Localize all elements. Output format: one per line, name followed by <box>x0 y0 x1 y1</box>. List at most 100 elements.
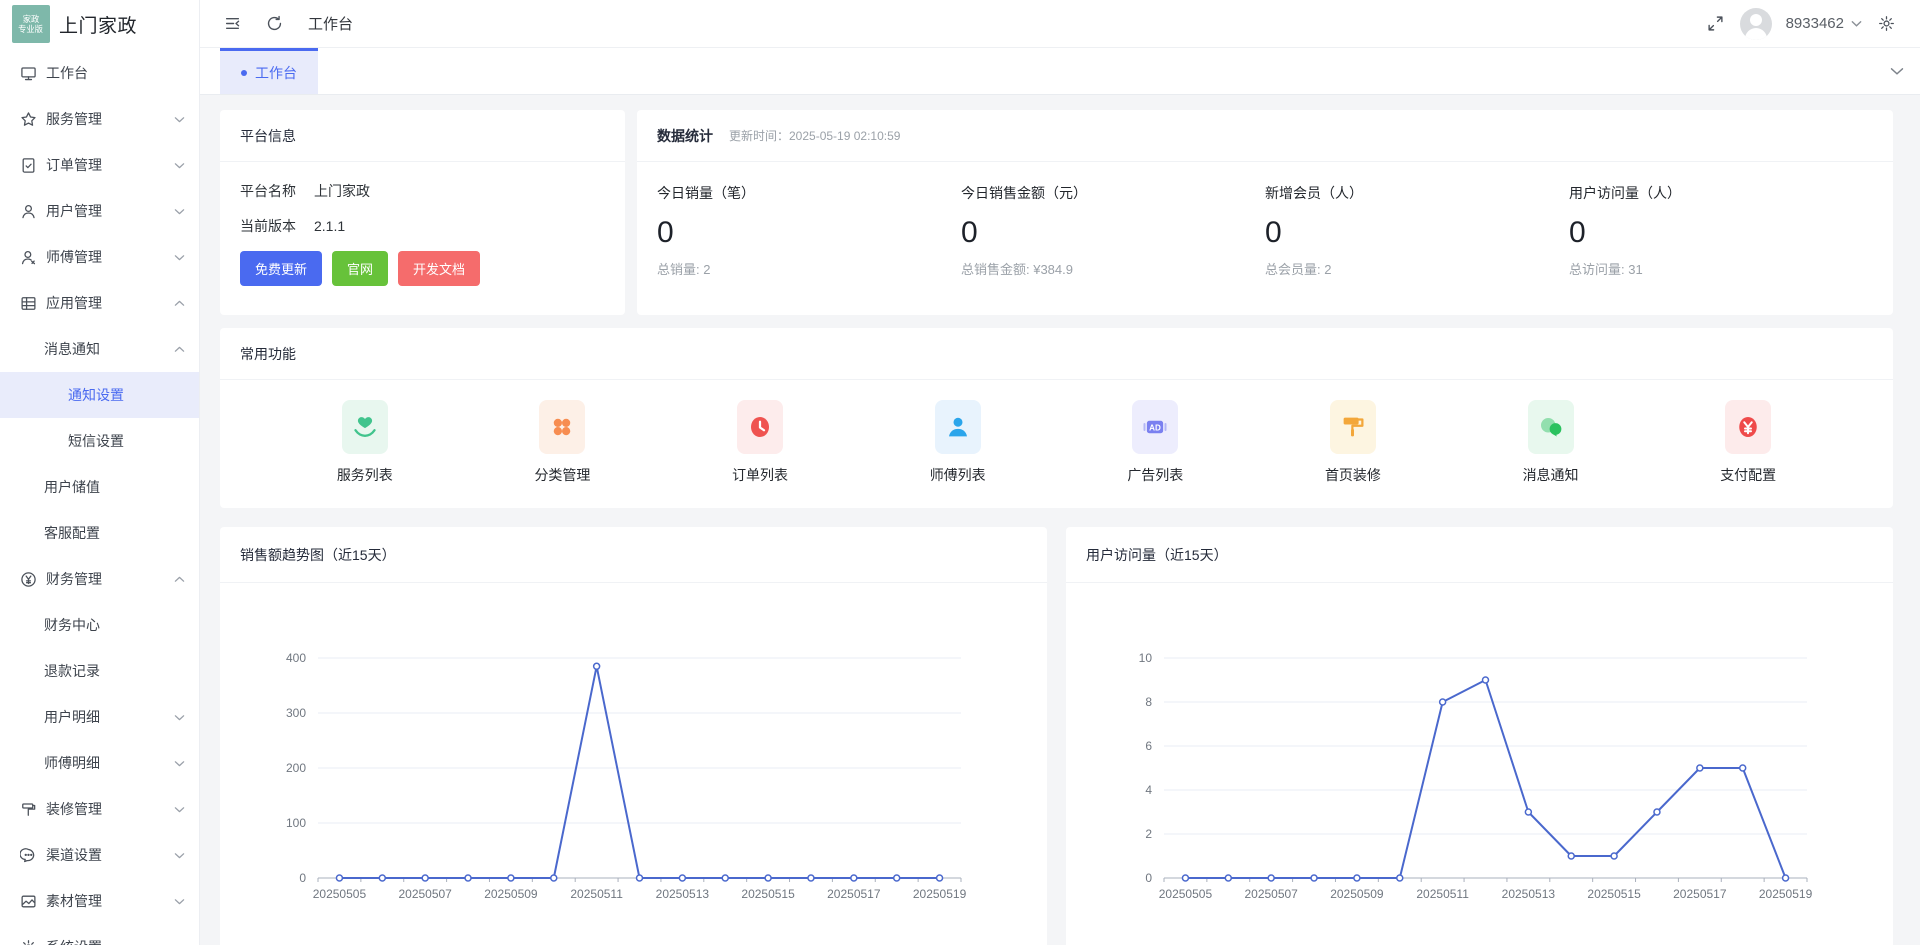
function-message-notify[interactable]: 消息通知 <box>1523 400 1579 485</box>
sales-trend-chart: 0100200300400202505052025050720250509202… <box>220 583 1047 945</box>
functions-card-title: 常用功能 <box>240 344 296 364</box>
finance-icon <box>20 571 37 588</box>
sidebar-menu: 工作台服务管理订单管理用户管理师傅管理应用管理消息通知通知设置短信设置用户储值客… <box>0 48 199 945</box>
sidebar-item-label: 订单管理 <box>46 155 102 175</box>
function-master-list[interactable]: 师傅列表 <box>930 400 986 485</box>
chevron-down-icon <box>174 162 185 169</box>
function-ad-list[interactable]: AD广告列表 <box>1127 400 1183 485</box>
content: 平台信息 平台名称上门家政 当前版本2.1.1 免费更新官网开发文档 <box>200 95 1920 945</box>
svg-text:10: 10 <box>1139 651 1153 665</box>
sales-trend-chart-body: 0100200300400202505052025050720250509202… <box>220 583 1047 945</box>
collapse-sidebar-icon[interactable] <box>222 14 242 34</box>
sidebar-item-user-stored-value[interactable]: 用户储值 <box>0 464 199 510</box>
sidebar-item-service-mgmt[interactable]: 服务管理 <box>0 96 199 142</box>
dev-docs-button[interactable]: 开发文档 <box>398 251 480 286</box>
svg-text:20250515: 20250515 <box>741 887 795 901</box>
stat-col-3: 用户访问量（人）0总访问量: 31 <box>1569 183 1873 278</box>
sidebar-item-master-detail[interactable]: 师傅明细 <box>0 740 199 786</box>
function-label: 分类管理 <box>534 465 590 485</box>
stat-sub: 总销售金额: ¥384.9 <box>961 259 1265 278</box>
sidebar-item-label: 退款记录 <box>44 661 100 681</box>
stat-sub: 总访问量: 31 <box>1569 259 1873 278</box>
channel-icon <box>20 847 37 864</box>
stat-label: 新增会员（人） <box>1265 183 1569 203</box>
function-order-list[interactable]: 订单列表 <box>732 400 788 485</box>
sidebar-item-label: 服务管理 <box>46 109 102 129</box>
sales-trend-title: 销售额趋势图（近15天） <box>240 545 396 565</box>
sidebar-item-app-mgmt[interactable]: 应用管理 <box>0 280 199 326</box>
svg-text:20250507: 20250507 <box>398 887 452 901</box>
platform-buttons: 免费更新官网开发文档 <box>240 251 605 286</box>
sidebar-item-sms-settings[interactable]: 短信设置 <box>0 418 199 464</box>
topbar-right: 8933462 <box>1706 8 1896 40</box>
tabbar-chevron-down-icon[interactable] <box>1890 48 1904 95</box>
sidebar-item-notify-settings[interactable]: 通知设置 <box>0 372 199 418</box>
master-icon <box>20 249 37 266</box>
app-title: 上门家政 <box>59 11 137 38</box>
function-home-decorate[interactable]: 首页装修 <box>1325 400 1381 485</box>
sidebar-item-refund-records[interactable]: 退款记录 <box>0 648 199 694</box>
function-payment-config[interactable]: 支付配置 <box>1720 400 1776 485</box>
svg-text:20250513: 20250513 <box>656 887 710 901</box>
sidebar-item-finance-center[interactable]: 财务中心 <box>0 602 199 648</box>
sidebar-item-user-detail[interactable]: 用户明细 <box>0 694 199 740</box>
svg-text:20250505: 20250505 <box>1159 887 1213 901</box>
user-visits-title: 用户访问量（近15天） <box>1086 545 1228 565</box>
charts-row: 销售额趋势图（近15天） 010020030040020250505202505… <box>220 527 1893 945</box>
settings-gear-icon[interactable] <box>1876 14 1896 34</box>
ad-list-icon: AD <box>1132 400 1178 454</box>
stat-col-0: 今日销量（笔）0总销量: 2 <box>657 183 961 278</box>
free-update-button[interactable]: 免费更新 <box>240 251 322 286</box>
sidebar-item-channel-settings[interactable]: 渠道设置 <box>0 832 199 878</box>
stat-value: 0 <box>657 216 961 250</box>
home-decorate-icon <box>1330 400 1376 454</box>
sidebar-item-message-notify[interactable]: 消息通知 <box>0 326 199 372</box>
fullscreen-icon[interactable] <box>1706 14 1726 34</box>
sidebar-item-label: 渠道设置 <box>46 845 102 865</box>
breadcrumb: 工作台 <box>308 13 353 34</box>
sidebar-item-user-mgmt[interactable]: 用户管理 <box>0 188 199 234</box>
sidebar-item-material-mgmt[interactable]: 素材管理 <box>0 878 199 924</box>
category-mgmt-icon <box>539 400 585 454</box>
svg-text:20250509: 20250509 <box>484 887 538 901</box>
common-functions-card: 常用功能 服务列表分类管理 订单列表 师傅列表 AD广告列表 首页装修 消息通知 支付配置 <box>220 328 1893 508</box>
svg-text:20250519: 20250519 <box>1759 887 1813 901</box>
app-layout: 家政 专业版 上门家政 工作台服务管理订单管理用户管理师傅管理应用管理消息通知通… <box>0 0 1920 945</box>
tab-workbench[interactable]: 工作台 <box>220 48 318 94</box>
stats-card-title: 数据统计 <box>657 126 713 146</box>
stat-label: 用户访问量（人） <box>1569 183 1873 203</box>
platform-card-title: 平台信息 <box>240 126 296 146</box>
avatar[interactable] <box>1740 8 1772 40</box>
svg-text:400: 400 <box>286 651 306 665</box>
svg-text:0: 0 <box>1145 871 1152 885</box>
official-site-button[interactable]: 官网 <box>332 251 388 286</box>
svg-text:20250511: 20250511 <box>1416 887 1469 901</box>
sidebar-item-finance-mgmt[interactable]: 财务管理 <box>0 556 199 602</box>
sidebar-item-workbench[interactable]: 工作台 <box>0 50 199 96</box>
stats-updated-time: 更新时间：2025-05-19 02:10:59 <box>729 127 900 144</box>
sidebar-item-order-mgmt[interactable]: 订单管理 <box>0 142 199 188</box>
user-visits-chart: 0246810202505052025050720250509202505112… <box>1066 583 1893 945</box>
chevron-down-icon <box>174 714 185 721</box>
sidebar-item-label: 用户储值 <box>44 477 100 497</box>
user-menu[interactable]: 8933462 <box>1786 15 1862 32</box>
star-icon <box>20 111 37 128</box>
function-category-mgmt[interactable]: 分类管理 <box>534 400 590 485</box>
chevron-up-icon <box>174 576 185 583</box>
svg-text:20250519: 20250519 <box>913 887 967 901</box>
sidebar-item-system-settings[interactable]: 系统设置 <box>0 924 199 945</box>
function-label: 订单列表 <box>732 465 788 485</box>
svg-text:20250507: 20250507 <box>1244 887 1298 901</box>
sidebar-item-label: 用户管理 <box>46 201 102 221</box>
sidebar-item-master-mgmt[interactable]: 师傅管理 <box>0 234 199 280</box>
svg-text:0: 0 <box>299 871 306 885</box>
monitor-icon <box>20 65 37 82</box>
service-list-icon <box>342 400 388 454</box>
sidebar-item-customer-service-config[interactable]: 客服配置 <box>0 510 199 556</box>
sidebar-item-label: 财务中心 <box>44 615 100 635</box>
function-service-list[interactable]: 服务列表 <box>337 400 393 485</box>
refresh-icon[interactable] <box>264 14 284 34</box>
tab-bar: 工作台 <box>200 48 1920 95</box>
sidebar-item-decorate-mgmt[interactable]: 装修管理 <box>0 786 199 832</box>
stats-card-body: 今日销量（笔）0总销量: 2今日销售金额（元）0总销售金额: ¥384.9新增会… <box>637 162 1893 278</box>
